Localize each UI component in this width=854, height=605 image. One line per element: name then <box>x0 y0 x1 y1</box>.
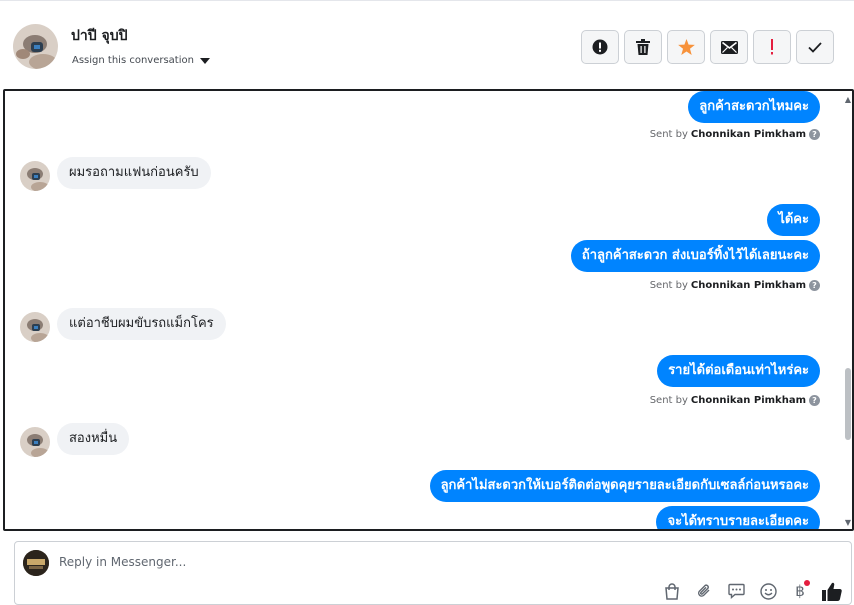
thumbs-up-icon <box>822 582 842 601</box>
page-avatar <box>23 550 49 576</box>
like-button[interactable] <box>821 580 843 602</box>
message-incoming: แต่อาชีบผมขับรถแม็กโคร <box>57 308 226 340</box>
scrollbar-thumb[interactable] <box>845 368 851 440</box>
contact-name: ปาปี จุบปิ <box>71 28 128 44</box>
message-outgoing: ลูกค้าไม่สะดวกให้เบอร์ติดต่อพูดคุยรายละเ… <box>429 470 820 502</box>
star-icon <box>677 39 695 55</box>
payment-button[interactable]: ฿ <box>789 580 811 602</box>
scroll-up-arrow-icon[interactable]: ▲ <box>845 95 851 104</box>
sent-by-label: Sent by Chonnikan Pimkham ? <box>650 280 820 291</box>
smiley-icon <box>759 582 777 600</box>
baht-icon: ฿ <box>795 582 805 600</box>
message-outgoing: ได้คะ <box>767 204 820 236</box>
sender-name: Chonnikan Pimkham <box>690 280 806 291</box>
shop-bag-button[interactable] <box>661 580 683 602</box>
emoji-button[interactable] <box>757 580 779 602</box>
spam-button[interactable] <box>581 30 619 64</box>
contact-avatar[interactable] <box>13 24 58 69</box>
scrollbar[interactable]: ▲ ▼ <box>842 91 852 529</box>
exclamation-icon <box>771 39 773 55</box>
reply-toolbar: ฿ <box>661 580 843 602</box>
mark-done-button[interactable] <box>796 30 834 64</box>
message-outgoing: จะได้ทราบรายละเอียดคะ <box>656 506 820 529</box>
star-button[interactable] <box>667 30 705 64</box>
sent-by-prefix: Sent by <box>649 395 688 406</box>
message-incoming: สองหมื่น <box>57 423 130 455</box>
contact-avatar-small <box>20 427 50 457</box>
contact-avatar-small <box>20 161 50 191</box>
help-icon[interactable]: ? <box>809 395 820 406</box>
contact-avatar-small <box>20 312 50 342</box>
attach-button[interactable] <box>693 580 715 602</box>
envelope-icon <box>720 40 738 54</box>
saved-replies-button[interactable] <box>725 580 747 602</box>
paperclip-icon <box>698 584 710 597</box>
sent-by-label: Sent by Chonnikan Pimkham ? <box>650 129 820 140</box>
sent-by-prefix: Sent by <box>649 129 688 140</box>
message-incoming: ผมรอถามแฟนก่อนครับ <box>57 157 211 189</box>
sender-name: Chonnikan Pimkham <box>690 129 806 140</box>
follow-up-button[interactable] <box>753 30 791 64</box>
conversation-header: ปาปี จุบปิ Assign this conversation <box>0 0 854 90</box>
sent-by-prefix: Sent by <box>649 280 688 291</box>
mark-unread-button[interactable] <box>710 30 748 64</box>
message-outgoing: ลูกค้าสะดวกไหมคะ <box>688 91 820 123</box>
assign-label: Assign this conversation <box>72 55 194 66</box>
caret-down-icon <box>199 57 210 64</box>
delete-button[interactable] <box>624 30 662 64</box>
conversation-actions <box>581 30 834 64</box>
notification-dot <box>804 580 810 586</box>
alert-circle-icon <box>592 39 608 55</box>
help-icon[interactable]: ? <box>809 129 820 140</box>
checkmark-icon <box>808 41 822 53</box>
message-outgoing: ถ้าลูกค้าสะดวก ส่งเบอร์ทิ้งไว้ได้เลยนะคะ <box>570 240 820 272</box>
assign-conversation-dropdown[interactable]: Assign this conversation <box>72 55 210 66</box>
shopping-bag-icon <box>665 582 679 600</box>
help-icon[interactable]: ? <box>809 280 820 291</box>
reply-input[interactable]: Reply in Messenger... <box>59 555 186 569</box>
scroll-down-arrow-icon[interactable]: ▼ <box>845 518 851 527</box>
reply-composer: Reply in Messenger... ฿ <box>14 541 852 605</box>
trash-icon <box>636 39 650 55</box>
sent-by-label: Sent by Chonnikan Pimkham ? <box>650 395 820 406</box>
message-thread[interactable]: ลูกค้าสะดวกไหมคะ Sent by Chonnikan Pimkh… <box>3 89 854 531</box>
message-outgoing: รายได้ต่อเดือนเท่าไหร่คะ <box>657 355 820 387</box>
chat-bubble-icon <box>727 583 745 599</box>
sender-name: Chonnikan Pimkham <box>690 395 806 406</box>
